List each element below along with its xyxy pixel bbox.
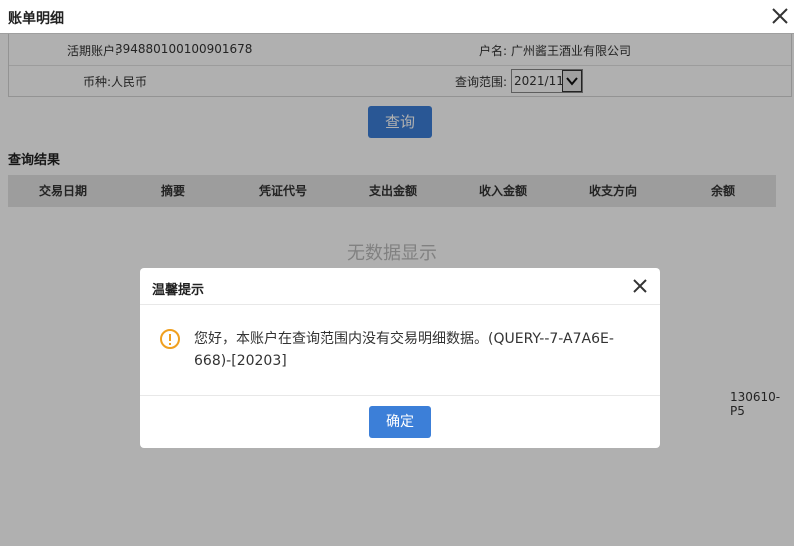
dialog-header: 温馨提示 <box>140 268 660 305</box>
warning-icon <box>160 329 180 349</box>
dialog-divider <box>140 395 660 396</box>
window-titlebar: 账单明细 <box>0 0 794 34</box>
ok-button[interactable]: 确定 <box>369 406 431 438</box>
notice-dialog: 温馨提示 您好，本账户在查询范围内没有交易明细数据。(QUERY--7-A7A6… <box>140 268 660 448</box>
close-icon[interactable] <box>768 4 792 28</box>
window-title: 账单明细 <box>8 11 64 27</box>
dialog-title: 温馨提示 <box>152 283 205 298</box>
dialog-close-icon[interactable] <box>630 276 650 296</box>
dialog-message: 您好，本账户在查询范围内没有交易明细数据。(QUERY--7-A7A6E-668… <box>194 331 614 369</box>
